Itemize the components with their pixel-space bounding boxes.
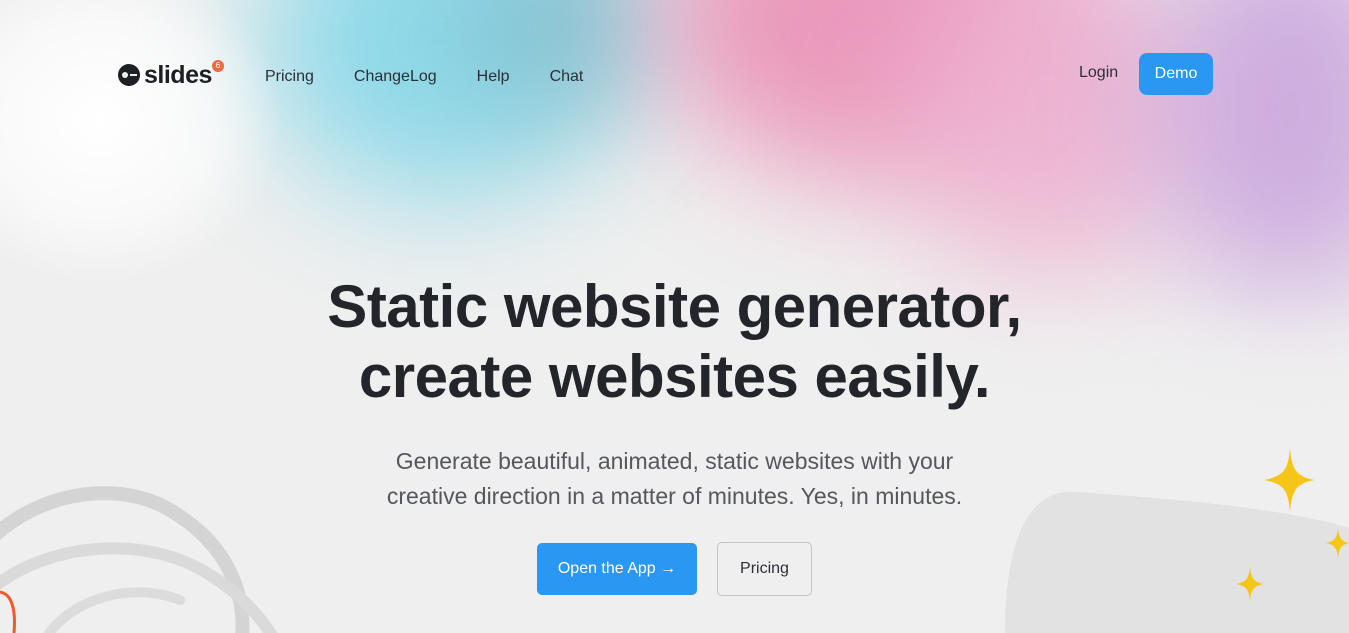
hero-title-line-1: Static website generator, xyxy=(327,273,1022,340)
main-nav: Pricing ChangeLog Help Chat xyxy=(265,67,583,87)
brand-name: slides xyxy=(144,60,212,89)
version-badge: 6 xyxy=(212,60,224,72)
brand-logo[interactable]: slides 6 xyxy=(118,58,224,92)
site-header: slides 6 Pricing ChangeLog Help Chat Log… xyxy=(0,0,1349,140)
hero-subtitle-line-2: creative direction in a matter of minute… xyxy=(386,483,963,509)
login-link[interactable]: Login xyxy=(1079,63,1118,83)
slides-logo-icon xyxy=(118,64,140,86)
landing-page: slides 6 Pricing ChangeLog Help Chat Log… xyxy=(0,0,1349,633)
hero-subtitle-line-1: Generate beautiful, animated, static web… xyxy=(395,448,954,474)
hero-title-line-2: create websites easily. xyxy=(358,343,991,410)
nav-item-chat[interactable]: Chat xyxy=(550,67,584,87)
nav-item-help[interactable]: Help xyxy=(477,67,510,87)
sparkle-icon xyxy=(1326,528,1349,558)
open-app-button[interactable]: Open the App → xyxy=(537,543,697,595)
sparkle-icon xyxy=(1236,566,1264,602)
nav-item-changelog[interactable]: ChangeLog xyxy=(354,67,437,87)
pricing-button[interactable]: Pricing xyxy=(717,542,812,596)
hero-subtitle: Generate beautiful, animated, static web… xyxy=(0,444,1349,514)
demo-button[interactable]: Demo xyxy=(1139,53,1213,95)
hero-title: Static website generator, create website… xyxy=(0,272,1349,412)
orange-swirl-icon xyxy=(0,590,16,633)
nav-item-pricing[interactable]: Pricing xyxy=(265,67,314,87)
